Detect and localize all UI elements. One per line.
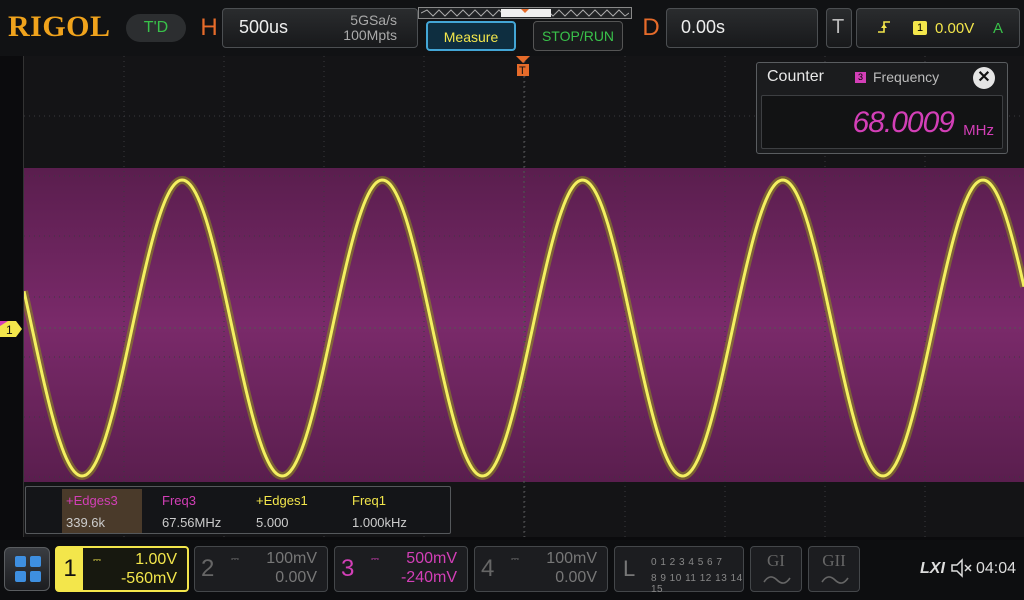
- channel-number: 3: [341, 555, 355, 582]
- memory-overview-wave: [421, 9, 629, 17]
- rising-edge-icon: [878, 21, 890, 33]
- counter-panel: Counter 3 Frequency ✕ 68.0009 MHz: [756, 62, 1008, 154]
- channel-offset: 0.00V: [275, 569, 317, 586]
- measurement-table[interactable]: +Edges3 339.6k Freq3 67.56MHz +Edges1 5.…: [25, 486, 451, 534]
- channel2-settings[interactable]: 2 ⎓ 100mV 0.00V: [194, 546, 328, 592]
- td-mode-button[interactable]: T'D: [126, 14, 186, 42]
- close-icon[interactable]: ✕: [973, 67, 995, 89]
- measurement-header: Freq1: [352, 493, 386, 508]
- trigger-mode: A: [993, 20, 1004, 37]
- memory-overview-strip: [418, 7, 632, 19]
- timebase-value: 500us: [239, 17, 289, 37]
- sine-wave-icon: [821, 576, 849, 584]
- channel1-settings[interactable]: 1 ⎓ 1.00V -560mV: [55, 546, 189, 592]
- channel1-marker-label: 1: [6, 323, 13, 337]
- generator1-button[interactable]: GI: [750, 546, 802, 592]
- dc-coupling-icon: ⎓: [371, 554, 379, 565]
- logic-letter: L: [623, 556, 636, 581]
- channel-offset: 0.00V: [555, 569, 597, 586]
- channel3-settings[interactable]: 3 ⎓ 500mV -240mV: [334, 546, 468, 592]
- delay-settings[interactable]: 0.00s: [666, 8, 818, 48]
- counter-value-box: 68.0009 MHz: [761, 95, 1003, 149]
- counter-source-badge: 3: [855, 72, 866, 83]
- clock-time: 04:04: [976, 560, 1017, 577]
- channel-scale: 100mV: [266, 550, 317, 567]
- channel-number: 2: [201, 555, 215, 582]
- trigger-position-marker[interactable]: T: [515, 56, 531, 80]
- measurement-value: 67.56MHz: [162, 515, 222, 530]
- sine-wave-icon: [763, 576, 791, 584]
- generator2-label: GII: [822, 551, 846, 570]
- measure-button[interactable]: Measure: [426, 21, 516, 51]
- counter-value: 68.0009: [852, 106, 955, 139]
- trigger-letter-box: T: [826, 8, 852, 48]
- trigger-level: 0.00V: [935, 20, 975, 37]
- delay-value: 0.00s: [681, 17, 726, 37]
- channel-scale: 100mV: [546, 550, 597, 567]
- trigger-position-label: T: [519, 65, 526, 77]
- dc-coupling-icon: ⎓: [231, 554, 239, 565]
- grid-menu-icon: [15, 556, 41, 582]
- channel-scale: 500mV: [406, 550, 457, 567]
- measurement-value: 5.000: [256, 515, 289, 530]
- counter-title: Counter: [767, 68, 824, 85]
- channel3-envelope: [24, 168, 1024, 482]
- delay-letter: D: [642, 14, 660, 41]
- dc-coupling-icon: ⎓: [511, 554, 519, 565]
- rigol-logo: RIGOL: [8, 10, 111, 43]
- measurement-header: +Edges1: [256, 493, 308, 508]
- channel1-marker[interactable]: 1: [0, 321, 22, 337]
- channel-scale: 1.00V: [135, 551, 177, 568]
- trigger-letter: T: [832, 16, 845, 38]
- speaker-muted-icon[interactable]: [950, 558, 974, 578]
- lxi-logo: LXI: [920, 560, 945, 577]
- channel-number: 4: [481, 555, 495, 582]
- channel-number: 1: [57, 548, 83, 590]
- generator1-label: GI: [767, 551, 785, 570]
- measurement-value: 339.6k: [66, 515, 106, 530]
- logic-channels-row2: 8 9 10 11 12 13 14 15: [651, 573, 743, 595]
- generator2-button[interactable]: GII: [808, 546, 860, 592]
- sample-rate: 5GSa/s: [350, 12, 397, 28]
- counter-unit: MHz: [963, 122, 994, 139]
- stop-run-button[interactable]: STOP/RUN: [533, 21, 623, 51]
- horizontal-settings[interactable]: 500us 5GSa/s 100Mpts: [222, 8, 418, 48]
- channel-offset: -560mV: [120, 570, 177, 587]
- memory-depth: 100Mpts: [343, 27, 397, 43]
- measurement-header: Freq3: [162, 493, 196, 508]
- channel4-settings[interactable]: 4 ⎓ 100mV 0.00V: [474, 546, 608, 592]
- measurement-value: 1.000kHz: [352, 515, 407, 530]
- trigger-settings[interactable]: 1 0.00V A: [856, 8, 1020, 48]
- measurement-header: +Edges3: [66, 493, 118, 508]
- home-menu-button[interactable]: [4, 547, 50, 591]
- logic-channels-row1: 0 1 2 3 4 5 6 7: [651, 557, 723, 568]
- channel-offset: -240mV: [400, 569, 457, 586]
- horizontal-letter: H: [200, 14, 218, 41]
- dc-coupling-icon: ⎓: [93, 555, 101, 566]
- counter-source-label: Frequency: [873, 69, 940, 85]
- trigger-source-badge: 1: [913, 21, 927, 35]
- logic-analyzer-settings[interactable]: L 0 1 2 3 4 5 6 7 8 9 10 11 12 13 14 15: [614, 546, 744, 595]
